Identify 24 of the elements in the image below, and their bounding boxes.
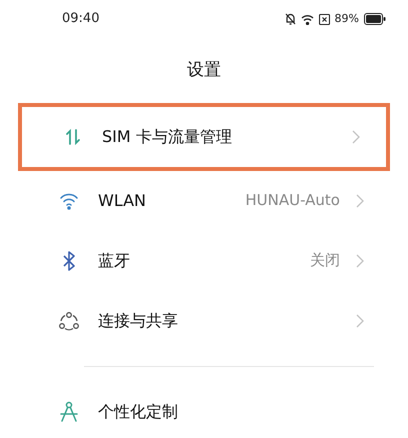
battery-percent: 89% (334, 10, 359, 27)
item-label: 连接与共享 (98, 310, 178, 332)
item-label: 蓝牙 (98, 250, 130, 272)
bell-muted-icon (284, 13, 296, 25)
settings-item[interactable]: 个性化定制 (18, 382, 390, 438)
wifi-icon (59, 192, 79, 210)
item-label: WLAN (98, 190, 146, 212)
no-sim-icon (318, 14, 330, 24)
data-transfer-icon (63, 126, 83, 146)
item-label: SIM 卡与流量管理 (102, 126, 232, 148)
page-title: 设置 (187, 59, 221, 82)
status-time: 09:40 (62, 10, 100, 28)
item-value: HUNAU-Auto (245, 190, 340, 212)
item-value: 关闭 (310, 250, 340, 272)
wifi-signal-icon (300, 14, 314, 24)
battery-icon (364, 13, 386, 25)
settings-item[interactable]: SIM 卡与流量管理 (18, 102, 390, 170)
bluetooth-icon (61, 250, 77, 272)
item-label: 个性化定制 (98, 400, 178, 422)
compass-icon (59, 400, 79, 422)
settings-item[interactable]: WLAN HUNAU-Auto (18, 170, 390, 230)
settings-item[interactable]: 连接与共享 (18, 290, 390, 350)
settings-item[interactable]: 蓝牙 关闭 (18, 230, 390, 290)
connection-icon (58, 310, 80, 330)
